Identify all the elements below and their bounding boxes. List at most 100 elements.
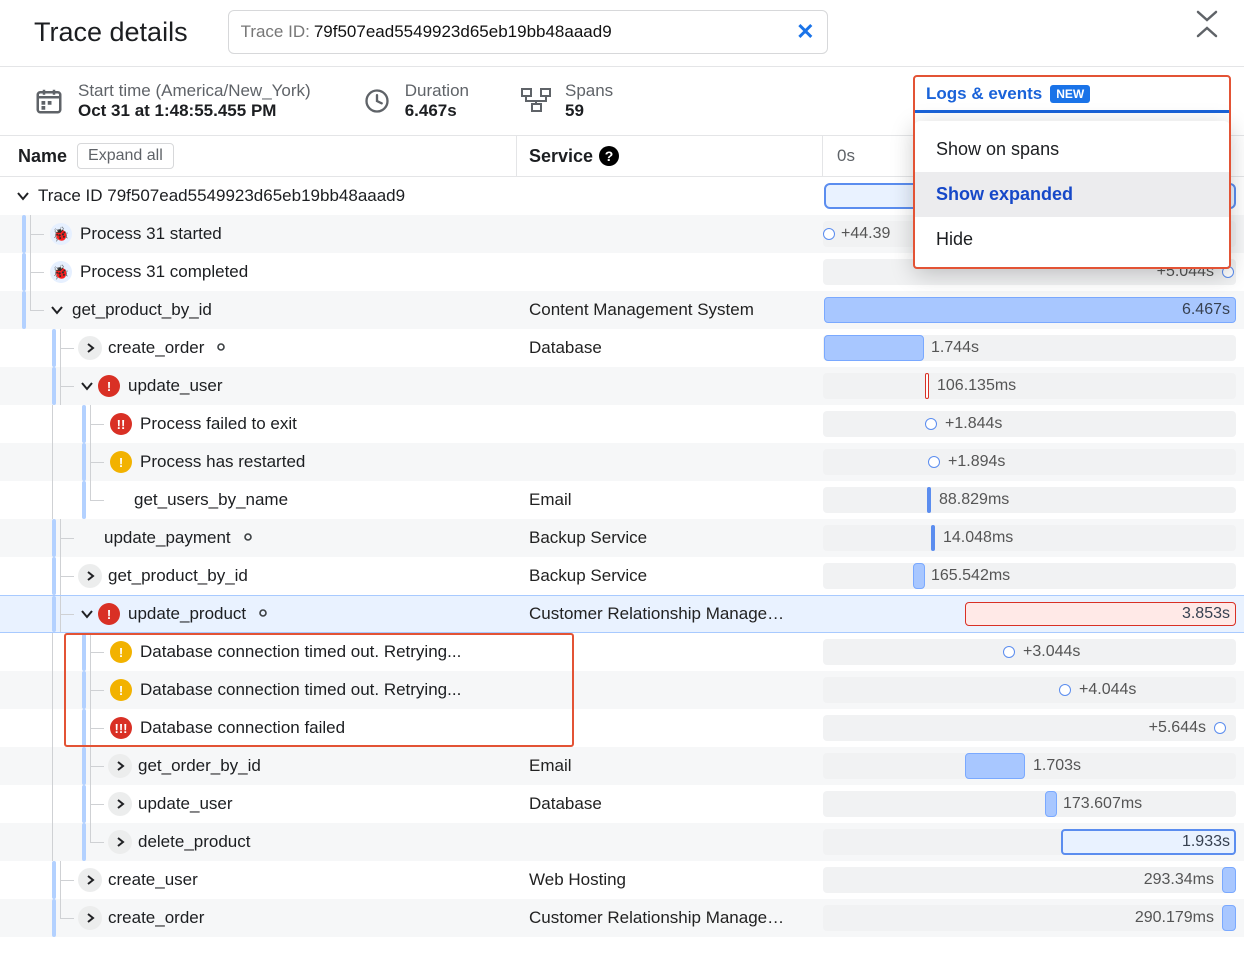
span-name: Trace ID 79f507ead5549923d65eb19bb48aaad… bbox=[38, 186, 405, 206]
span-row-selected[interactable]: ! update_product Customer Relationship M… bbox=[0, 595, 1244, 633]
warning-icon: ! bbox=[110, 451, 132, 473]
error-icon: ! bbox=[98, 603, 120, 625]
span-duration: 3.853s bbox=[1182, 605, 1230, 623]
help-icon[interactable]: ? bbox=[599, 146, 619, 166]
span-name: Database connection timed out. Retrying.… bbox=[140, 680, 461, 700]
timeline-track bbox=[823, 753, 1236, 779]
spans-icon bbox=[521, 88, 551, 114]
span-name: update_user bbox=[128, 376, 223, 396]
clock-icon bbox=[363, 87, 391, 115]
span-name: get_product_by_id bbox=[72, 300, 212, 320]
calendar-icon bbox=[34, 86, 64, 116]
span-row[interactable]: get_order_by_id Email 1.703s bbox=[0, 747, 1244, 785]
expand-chevron-icon[interactable] bbox=[78, 868, 102, 892]
span-tree: Trace ID 79f507ead5549923d65eb19bb48aaad… bbox=[0, 177, 1244, 937]
timeline-bar bbox=[927, 487, 931, 513]
timeline-track bbox=[823, 449, 1236, 475]
chevron-down-icon[interactable] bbox=[14, 187, 32, 205]
timeline-bar bbox=[931, 525, 935, 551]
span-name: Process failed to exit bbox=[140, 414, 297, 434]
clear-icon[interactable]: ✕ bbox=[796, 19, 814, 45]
timeline-track bbox=[823, 791, 1236, 817]
menu-item-hide[interactable]: Hide bbox=[914, 217, 1230, 262]
menu-item-show-expanded[interactable]: Show expanded bbox=[914, 172, 1230, 217]
span-duration: 88.829ms bbox=[939, 491, 1009, 509]
span-row[interactable]: update_payment Backup Service 14.048ms bbox=[0, 519, 1244, 557]
log-row[interactable]: ! Process has restarted +1.894s bbox=[0, 443, 1244, 481]
span-duration: 6.467s bbox=[1182, 301, 1230, 319]
timeline-bar bbox=[1045, 791, 1057, 817]
error-icon: !!! bbox=[110, 717, 132, 739]
duration-value: 6.467s bbox=[405, 101, 469, 121]
link-icon bbox=[254, 606, 272, 623]
trace-id-input[interactable]: Trace ID: 79f507ead5549923d65eb19bb48aaa… bbox=[228, 10, 828, 54]
event-dot bbox=[1003, 646, 1015, 658]
trace-id-value: 79f507ead5549923d65eb19bb48aaad9 bbox=[314, 22, 612, 42]
span-duration: 1.933s bbox=[1182, 833, 1230, 851]
page-title: Trace details bbox=[34, 17, 188, 48]
expand-chevron-icon[interactable] bbox=[108, 754, 132, 778]
service-name: Database bbox=[517, 338, 823, 358]
service-name: Backup Service bbox=[517, 528, 823, 548]
timeline-bar bbox=[965, 753, 1025, 779]
event-time: +1.894s bbox=[948, 453, 1005, 471]
link-icon bbox=[239, 530, 257, 547]
warning-icon: ! bbox=[110, 641, 132, 663]
service-name: Email bbox=[517, 490, 823, 510]
service-name: Content Management System bbox=[517, 300, 823, 320]
span-name: Process 31 started bbox=[80, 224, 222, 244]
expand-chevron-icon[interactable] bbox=[78, 906, 102, 930]
expand-chevron-icon[interactable] bbox=[108, 830, 132, 854]
warning-icon: ! bbox=[110, 679, 132, 701]
span-row[interactable]: get_product_by_id Backup Service 165.542… bbox=[0, 557, 1244, 595]
expand-chevron-icon[interactable] bbox=[78, 336, 102, 360]
timeline-track bbox=[823, 411, 1236, 437]
error-icon: ! bbox=[98, 375, 120, 397]
event-dot bbox=[1214, 722, 1226, 734]
log-row[interactable]: !! Process failed to exit +1.844s bbox=[0, 405, 1244, 443]
expand-chevron-icon[interactable] bbox=[78, 564, 102, 588]
timeline-bar bbox=[824, 297, 1236, 323]
span-row[interactable]: create_order Database 1.744s bbox=[0, 329, 1244, 367]
log-row[interactable]: ! Database connection timed out. Retryin… bbox=[0, 633, 1244, 671]
span-name: create_order bbox=[108, 908, 204, 928]
collapse-panel-button[interactable] bbox=[1196, 10, 1218, 38]
trace-details-header: Trace details Trace ID: 79f507ead5549923… bbox=[0, 0, 1244, 67]
start-time-block: Start time (America/New_York) Oct 31 at … bbox=[34, 81, 311, 121]
span-name: Process has restarted bbox=[140, 452, 305, 472]
log-row[interactable]: !!! Database connection failed +5.644s bbox=[0, 709, 1244, 747]
chevron-down-icon[interactable] bbox=[78, 377, 96, 395]
span-row[interactable]: get_users_by_name Email 88.829ms bbox=[0, 481, 1244, 519]
span-row[interactable]: update_user Database 173.607ms bbox=[0, 785, 1244, 823]
service-name: Customer Relationship Manage… bbox=[517, 604, 823, 624]
spans-value: 59 bbox=[565, 101, 613, 121]
event-dot bbox=[1059, 684, 1071, 696]
span-duration: 173.607ms bbox=[1063, 795, 1142, 813]
span-row[interactable]: get_product_by_id Content Management Sys… bbox=[0, 291, 1244, 329]
dropdown-menu: Show on spans Show expanded Hide bbox=[914, 121, 1230, 268]
duration-label: Duration bbox=[405, 81, 469, 101]
expand-chevron-icon[interactable] bbox=[108, 792, 132, 816]
event-time: +44.39 bbox=[841, 225, 890, 243]
chevron-down-icon[interactable] bbox=[78, 605, 96, 623]
span-name: Database connection failed bbox=[140, 718, 345, 738]
chevron-down-icon[interactable] bbox=[48, 301, 66, 319]
event-dot bbox=[925, 418, 937, 430]
log-row[interactable]: ! Database connection timed out. Retryin… bbox=[0, 671, 1244, 709]
span-duration: 290.179ms bbox=[1135, 909, 1214, 927]
span-row[interactable]: create_user Web Hosting 293.34ms bbox=[0, 861, 1244, 899]
logs-events-tab[interactable]: Logs & events NEW bbox=[914, 76, 1230, 104]
span-row[interactable]: create_order Customer Relationship Manag… bbox=[0, 899, 1244, 937]
event-time: +5.644s bbox=[1149, 719, 1206, 737]
span-row[interactable]: ! update_user 106.135ms bbox=[0, 367, 1244, 405]
menu-item-show-on-spans[interactable]: Show on spans bbox=[914, 127, 1230, 172]
span-name: update_product bbox=[128, 604, 246, 624]
span-name: create_user bbox=[108, 870, 198, 890]
event-time: +3.044s bbox=[1023, 643, 1080, 661]
tab-label: Logs & events bbox=[926, 84, 1042, 104]
span-row[interactable]: delete_product 1.933s bbox=[0, 823, 1244, 861]
expand-all-button[interactable]: Expand all bbox=[77, 143, 174, 169]
span-name: Process 31 completed bbox=[80, 262, 248, 282]
timeline-track bbox=[823, 373, 1236, 399]
timeline-bar bbox=[1222, 905, 1236, 931]
